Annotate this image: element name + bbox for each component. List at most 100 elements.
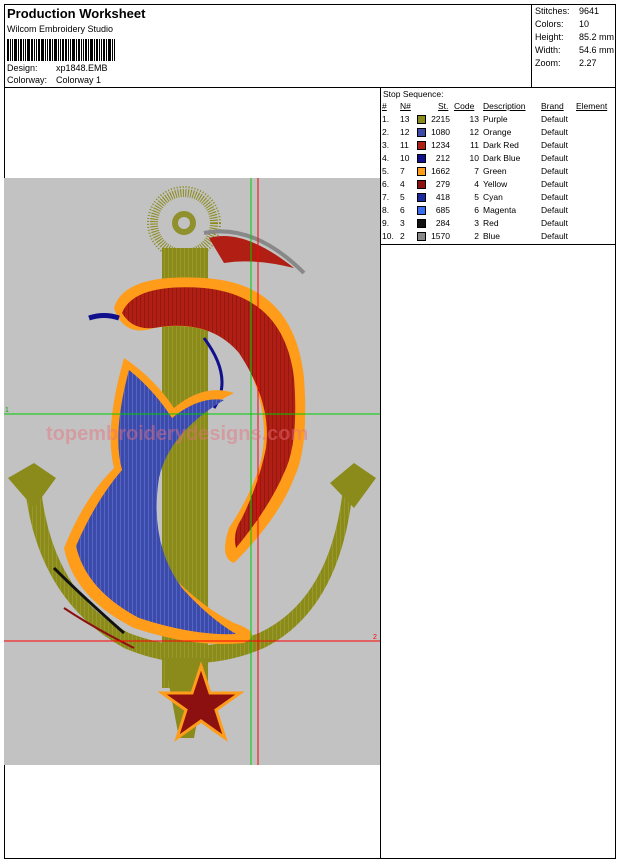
color-swatch <box>417 141 426 150</box>
guide-marker-1: 1 <box>5 407 9 414</box>
height-label: Height: <box>535 32 564 42</box>
row-code: 12 <box>469 127 479 137</box>
row-stitches: 1662 <box>431 166 450 176</box>
company-name: Wilcom Embroidery Studio <box>7 24 114 34</box>
colorway-value: Colorway 1 <box>56 75 102 85</box>
barcode-bar <box>45 39 46 61</box>
row-description: Magenta <box>483 205 517 215</box>
colorway-row: Colorway: Colorway 1 <box>7 75 101 85</box>
row-stitches: 279 <box>435 179 450 189</box>
barcode-bar <box>49 39 51 61</box>
color-swatch <box>417 154 426 163</box>
row-number: 3. <box>382 140 390 150</box>
row-brand: Default <box>541 231 568 241</box>
col-stitches: St. <box>438 101 449 111</box>
row-number: 10. <box>382 231 394 241</box>
row-code: 13 <box>469 114 479 124</box>
barcode-bar <box>96 39 98 61</box>
barcode-bar <box>72 39 75 61</box>
row-number: 9. <box>382 218 390 228</box>
design-value: xp1848.EMB <box>56 63 108 73</box>
design-row: Design: xp1848.EMB <box>7 63 108 73</box>
col-brand: Brand <box>541 101 564 111</box>
row-stitches: 685 <box>435 205 450 215</box>
row-brand: Default <box>541 153 568 163</box>
row-description: Dark Red <box>483 140 519 150</box>
barcode-bar <box>7 39 9 61</box>
zoom-value: 2.27 <box>579 58 597 68</box>
row-description: Red <box>483 218 499 228</box>
row-code: 11 <box>470 140 479 150</box>
row-stitches: 1570 <box>431 231 450 241</box>
guide-marker-2: 2 <box>373 634 377 641</box>
row-number: 4. <box>382 153 390 163</box>
barcode-bar <box>106 39 107 61</box>
row-brand: Default <box>541 192 568 202</box>
height-row: Height: 85.2 mm <box>535 32 614 42</box>
barcode-bar <box>83 39 84 61</box>
color-swatch <box>417 219 426 228</box>
color-swatch <box>417 167 426 176</box>
barcode-bar <box>76 39 77 61</box>
sequence-row: 9. 3 284 3 Red Default <box>381 218 616 231</box>
color-swatch <box>417 193 426 202</box>
sequence-row: 3. 11 1234 11 Dark Red Default <box>381 140 616 153</box>
col-description: Description <box>483 101 526 111</box>
sequence-row: 1. 13 2215 13 Purple Default <box>381 114 616 127</box>
barcode-bar <box>62 39 64 61</box>
barcode-bar <box>38 39 40 61</box>
barcode-bar <box>90 39 93 61</box>
barcode-bar <box>52 39 53 61</box>
row-description: Orange <box>483 127 512 137</box>
row-number: 8. <box>382 205 390 215</box>
barcode-bar <box>108 39 111 61</box>
row-brand: Default <box>541 166 568 176</box>
sequence-row: 4. 10 212 10 Dark Blue Default <box>381 153 616 166</box>
row-code: 3 <box>474 218 479 228</box>
width-value: 54.6 mm <box>579 45 615 55</box>
stop-sequence-title: Stop Sequence: <box>383 89 444 99</box>
row-needle: 11 <box>400 140 409 150</box>
colors-value: 10 <box>579 19 590 29</box>
row-brand: Default <box>541 218 568 228</box>
zoom-row: Zoom: 2.27 <box>535 58 597 68</box>
row-number: 7. <box>382 192 390 202</box>
page-title: Production Worksheet <box>7 6 146 21</box>
col-code: Code <box>454 101 475 111</box>
barcode-bar <box>58 39 59 61</box>
row-needle: 7 <box>400 166 405 176</box>
col-element: Element <box>576 101 608 111</box>
row-stitches: 2215 <box>431 114 450 124</box>
barcode-bar <box>18 39 19 61</box>
row-needle: 2 <box>400 231 405 241</box>
sequence-row: 2. 12 1080 12 Orange Default <box>381 127 616 140</box>
row-stitches: 212 <box>435 153 450 163</box>
row-code: 7 <box>474 166 479 176</box>
row-needle: 12 <box>400 127 410 137</box>
row-description: Cyan <box>483 192 503 202</box>
anchor-fluke-right <box>330 463 376 508</box>
barcode-bar <box>14 39 17 61</box>
barcode-bar <box>70 39 71 61</box>
watermark-text: topembroiderydesigns.com <box>46 423 308 445</box>
row-code: 6 <box>474 205 479 215</box>
col-needle: N# <box>400 101 411 111</box>
row-needle: 5 <box>400 192 405 202</box>
row-brand: Default <box>541 205 568 215</box>
row-code: 10 <box>469 153 479 163</box>
barcode-bar <box>10 39 11 61</box>
row-description: Dark Blue <box>483 153 521 163</box>
stitches-label: Stitches: <box>535 6 570 16</box>
color-swatch <box>417 232 426 241</box>
row-description: Purple <box>483 114 508 124</box>
row-code: 4 <box>474 179 479 189</box>
barcode-bar <box>23 39 24 61</box>
row-stitches: 284 <box>435 218 450 228</box>
row-brand: Default <box>541 127 568 137</box>
barcode-bar <box>25 39 26 61</box>
barcode-bar <box>54 39 57 61</box>
row-stitches: 1234 <box>431 140 450 150</box>
barcode-bar <box>99 39 100 61</box>
colors-label: Colors: <box>535 19 564 29</box>
barcode-bar <box>101 39 102 61</box>
